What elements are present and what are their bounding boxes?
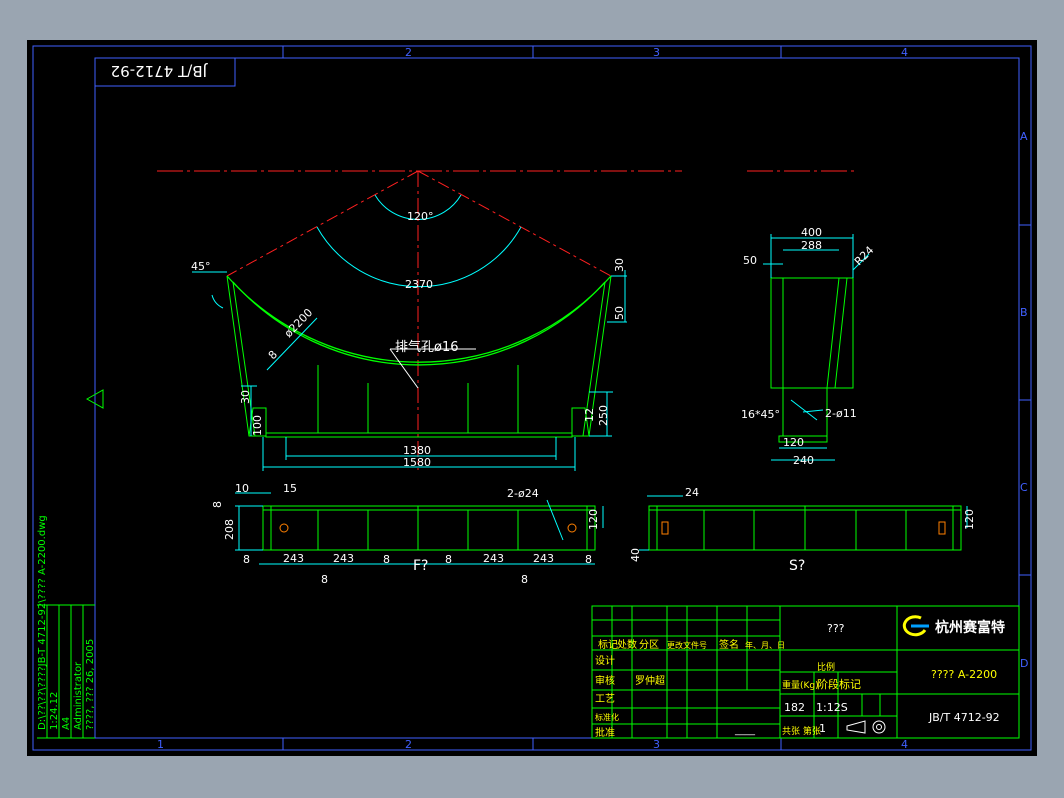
dim-side-holes: 2-ø11 [825,407,857,420]
dim-side-288: 288 [801,239,822,252]
dim-100: 100 [251,415,264,436]
dim-f-holes: 2-ø24 [507,487,539,500]
side-user: Administrator [73,661,84,730]
projection-symbol-icon [846,720,886,734]
dim-30-top: 30 [613,258,626,272]
cad-drawing: 2 3 4 1 2 3 4 A B C D JB/T 4712-92 D:\??… [32,45,1032,751]
row-mark-b: B [1020,306,1028,319]
vent-hole-label: 排气孔ø16 [395,339,459,355]
side-view [763,234,870,461]
dim-radius: ø2200 [282,306,315,340]
dim-50: 50 [613,306,626,320]
dim-f-sp-7: 8 [585,553,592,566]
side-path: D:\??\??\????JB-T 4712-92\???? A-2200.dw… [37,515,48,730]
dim-f-sp-2: 243 [333,552,354,565]
dim-s-40: 40 [629,548,642,562]
side-view-labels: 400 288 50 R24 16*45° 2-ø11 120 240 [741,226,876,467]
col-mark-b1: 1 [157,738,164,751]
frame-column-marks: 2 3 4 1 2 3 4 A B C D [157,46,1028,751]
row-label-approve: 批准 [595,726,615,739]
scale-label: 比例 [817,661,835,673]
side-info-strip: D:\??\??\????JB-T 4712-92\???? A-2200.dw… [37,515,96,739]
dim-chamfer-angle: 45° [191,260,211,273]
plan-f-labels: 10 15 8 208 2-ø24 120 8 243 243 8 8 243 … [211,482,600,586]
dim-side-400: 400 [801,226,822,239]
col-mark-b4: 4 [901,738,908,751]
date-fill: ____ [734,725,756,736]
dim-f-rib-b: 8 [521,573,528,586]
view-label-s: S? [789,558,805,574]
side-paper: A4 [61,717,72,730]
dim-angle: 120° [407,210,434,223]
dim-side-240: 240 [793,454,814,467]
row-label-process: 工艺 [595,693,615,705]
side-date: ????, ??? 26, 2005 [85,639,96,730]
dim-f-8-top: 8 [211,501,224,508]
dim-f-10: 10 [235,482,249,495]
side-scale: 1:24.12 [49,692,60,730]
dim-thickness: 8 [266,348,280,362]
rev-header-zone: 分区 [639,639,659,651]
dim-f-sp-6: 243 [533,552,554,565]
signer-name: 罗仲超 [635,674,665,687]
plan-view-s [639,495,968,551]
dim-f-sp-0: 8 [243,553,250,566]
dim-f-sp-3: 8 [383,553,390,566]
top-code-text: JB/T 4712-92 [111,62,208,80]
row-mark-c: C [1020,481,1028,494]
plan-s-labels: 24 120 40 S? [629,486,976,574]
dim-side-radius: R24 [852,244,876,268]
dim-f-sp-1: 243 [283,552,304,565]
dim-arc-length: 2370 [405,278,433,291]
row-mark-a: A [1020,130,1028,143]
tb-drawing-number: JB/T 4712-92 [928,711,1000,724]
stage-label: 阶段标记 [817,677,861,691]
rev-header-doc: 更改文件号 [667,640,707,650]
dim-250: 250 [597,405,610,426]
row-label-standard: 标准化 [595,712,619,722]
rev-header-count: 处数 [617,638,637,651]
dim-f-sp-5: 243 [483,552,504,565]
drawing-frame [32,45,1032,751]
tb-name: ??? [827,622,845,635]
col-mark-2: 2 [405,46,412,59]
tb-drawing-title: ???? A-2200 [931,668,997,681]
dim-side-120: 120 [783,436,804,449]
dim-f-sp-4: 8 [445,553,452,566]
row-mark-d: D [1020,657,1028,670]
dim-s-24: 24 [685,486,699,499]
tb-sheets: 1 [819,722,826,735]
tb-weight: 182 [784,701,805,714]
dim-30-left: 30 [239,390,252,404]
col-mark-b3: 3 [653,738,660,751]
company-name: 杭州赛富特 [935,619,1005,636]
rev-header-sign: 签名 [719,638,739,651]
view-label-f: F? [413,558,428,574]
dim-f-15: 15 [283,482,297,495]
tb-scale: 1:12S [816,701,848,714]
dim-s-120: 120 [963,509,976,530]
dim-side-50: 50 [743,254,757,267]
rev-header-mark: 标记 [598,639,618,651]
dim-12: 12 [583,408,596,422]
row-label-review: 审核 [595,674,615,687]
drawing-sheet: 2 3 4 1 2 3 4 A B C D JB/T 4712-92 D:\??… [27,40,1037,756]
rev-header-date: 年、月、日 [745,640,785,650]
sheet-label: 共张 第张 [782,725,821,737]
top-code-box: JB/T 4712-92 [95,58,236,87]
dim-f-208: 208 [223,519,236,540]
col-mark-b2: 2 [405,738,412,751]
col-mark-3: 3 [653,46,660,59]
row-label-design: 设计 [595,654,615,667]
col-mark-4: 4 [901,46,908,59]
dim-f-120: 120 [587,509,600,530]
dim-side-chamfer: 16*45° [741,408,780,421]
company-logo: 杭州赛富特 [902,615,1005,637]
dim-f-rib-a: 8 [321,573,328,586]
dim-width-outer: 1580 [403,456,431,469]
weight-label: 重量(Kg) [782,679,819,691]
